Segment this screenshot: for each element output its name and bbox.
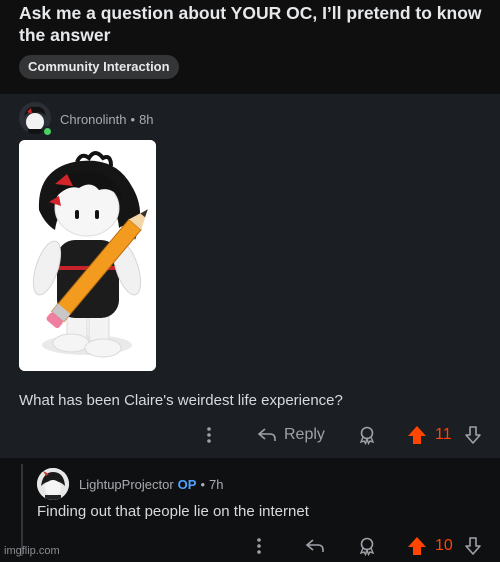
post-header: Ask me a question about YOUR OC, I’ll pr… [0, 0, 500, 94]
vote-count: 10 [435, 537, 453, 554]
reply-button[interactable] [305, 534, 325, 558]
reply-icon [305, 539, 324, 552]
username[interactable]: Chronolinth [60, 112, 127, 127]
comment-meta: LightupProjector OP • 7h [79, 477, 224, 492]
award-button[interactable] [357, 423, 377, 447]
more-vertical-icon [207, 427, 211, 443]
flair-label: Community Interaction [28, 59, 170, 74]
reply-comment: LightupProjector OP • 7h Finding out that p… [0, 458, 500, 562]
timestamp: 8h [139, 112, 154, 127]
upvote-icon [408, 426, 426, 444]
post-flair[interactable]: Community Interaction [19, 55, 179, 79]
more-vertical-icon [257, 538, 261, 554]
reply-icon [257, 428, 276, 441]
comment-actions: 10 [0, 534, 500, 558]
post-title[interactable]: Ask me a question about YOUR OC, I’ll pr… [19, 2, 489, 46]
username[interactable]: LightupProjector [79, 477, 174, 492]
comment-body: Finding out that people lie on the inter… [37, 503, 309, 520]
comment-image[interactable] [19, 140, 156, 371]
avatar[interactable] [37, 468, 69, 500]
reply-button[interactable]: Reply [257, 423, 325, 447]
online-indicator [42, 126, 53, 137]
comment-meta: Chronolinth • 8h [60, 112, 154, 127]
downvote-button[interactable] [463, 423, 483, 447]
vote-count: 11 [435, 426, 452, 443]
downvote-icon [465, 537, 481, 555]
upvote-button[interactable]: 10 [407, 534, 453, 558]
award-icon [359, 426, 375, 445]
watermark: imgflip.com [4, 545, 60, 557]
more-options-button[interactable] [251, 534, 267, 558]
downvote-icon [465, 426, 481, 444]
comment: Chronolinth • 8h What has been Claire's … [0, 94, 500, 458]
downvote-button[interactable] [463, 534, 483, 558]
comment-actions: Reply 11 [0, 423, 500, 447]
upvote-button[interactable]: 11 [407, 423, 452, 447]
timestamp: 7h [209, 477, 224, 492]
more-options-button[interactable] [201, 423, 217, 447]
reply-label: Reply [284, 426, 325, 443]
award-icon [359, 537, 375, 556]
op-badge: OP [177, 477, 197, 492]
comment-body: What has been Claire's weirdest life exp… [19, 392, 343, 409]
award-button[interactable] [357, 534, 377, 558]
upvote-icon [408, 537, 426, 555]
